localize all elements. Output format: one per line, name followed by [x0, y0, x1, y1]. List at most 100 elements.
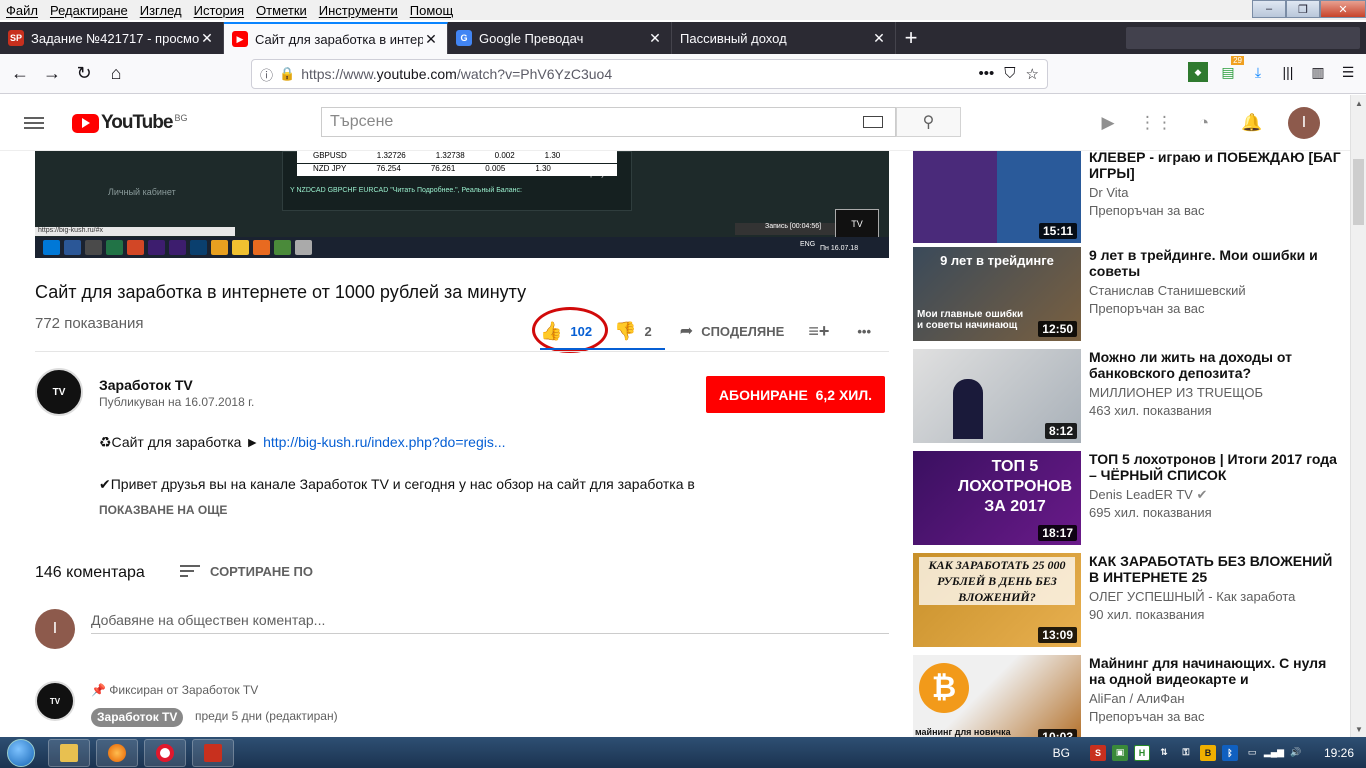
recommendation-channel[interactable]: Denis LeadER TV ✔: [1089, 487, 1207, 503]
close-tab-icon[interactable]: ✕: [647, 30, 663, 47]
clock[interactable]: 19:26: [1324, 746, 1354, 760]
menu-help[interactable]: Помощ: [404, 3, 459, 18]
like-button[interactable]: 👍 102: [532, 306, 608, 353]
comment-author[interactable]: Заработок TV: [91, 708, 184, 727]
tab-task[interactable]: SP Задание №421717 - просмотр ✕: [0, 22, 224, 54]
recommendation-channel[interactable]: AliFan / АлиФан: [1089, 691, 1185, 706]
guide-menu-icon[interactable]: [24, 114, 44, 132]
minimize-button[interactable]: ‒: [1252, 0, 1286, 18]
recommendation-card[interactable]: ТОП 5 ЛОХОТРОНОВ ЗА 2017 18:17 ТОП 5 лох…: [913, 451, 1350, 545]
tab-youtube[interactable]: ▶ Сайт для заработка в интернете ✕: [224, 22, 448, 54]
account-avatar[interactable]: I: [1288, 107, 1320, 139]
dislike-button[interactable]: 👎 2: [614, 321, 652, 342]
explorer-taskbar-button[interactable]: [48, 738, 90, 767]
sort-comments-button[interactable]: СОРТИРАНЕ ПО: [180, 562, 313, 580]
video-thumbnail[interactable]: ТОП 5 ЛОХОТРОНОВ ЗА 2017 18:17: [913, 451, 1081, 545]
sidebar-toggle-icon[interactable]: ▥: [1308, 62, 1328, 82]
extension-icon[interactable]: ◆: [1188, 62, 1208, 82]
recommendation-title[interactable]: ТОП 5 лохотронов | Итоги 2017 года – ЧЁР…: [1089, 451, 1344, 483]
video-thumbnail[interactable]: 8:12: [913, 349, 1081, 443]
page-actions-icon[interactable]: •••: [979, 65, 995, 83]
subscribe-button[interactable]: АБОНИРАНЕ 6,2 ХИЛ.: [706, 376, 885, 413]
scroll-down-icon[interactable]: ▼: [1351, 721, 1366, 737]
tab-passive-income[interactable]: Пассивный доход ✕: [672, 22, 896, 54]
close-tab-icon[interactable]: ✕: [199, 30, 215, 47]
bookmark-star-icon[interactable]: ☆: [1026, 65, 1039, 83]
comment-input[interactable]: Добавяне на обществен коментар...: [91, 612, 889, 634]
close-tab-icon[interactable]: ✕: [423, 31, 439, 48]
more-actions-icon[interactable]: •••: [857, 324, 871, 339]
tray-h-icon[interactable]: H: [1133, 744, 1150, 761]
description-link[interactable]: http://big-kush.ru/index.php?do=regis...: [263, 434, 505, 450]
video-thumbnail[interactable]: 15:11: [913, 151, 1081, 243]
tray-sp-icon[interactable]: S: [1089, 744, 1106, 761]
youtube-logo[interactable]: YouTube BG: [72, 112, 187, 134]
url-bar[interactable]: ⓘ 🔒 https://www.youtube.com/watch?v=PhV6…: [251, 59, 1048, 89]
recommendation-channel[interactable]: Станислав Станишевский: [1089, 283, 1246, 298]
forward-arrow-icon[interactable]: →: [36, 58, 68, 90]
close-tab-icon[interactable]: ✕: [871, 30, 887, 47]
recommendation-channel[interactable]: МИЛЛИОНЕР ИЗ TRUEЩОБ: [1089, 385, 1263, 400]
recommendation-channel[interactable]: Dr Vita: [1089, 185, 1129, 200]
back-arrow-icon[interactable]: ←: [4, 58, 36, 90]
recommendation-title[interactable]: Можно ли жить на доходы от банковского д…: [1089, 349, 1344, 381]
video-thumbnail[interactable]: 9 лет в трейдинге Мои главные ошибки и с…: [913, 247, 1081, 341]
pocket-icon[interactable]: ⛉: [1004, 65, 1015, 83]
recommendation-card[interactable]: ₿ майнинг для новичка 10:03 Майнинг для …: [913, 655, 1350, 737]
sp-taskbar-button[interactable]: [192, 738, 234, 767]
menu-edit[interactable]: Редактиране: [44, 3, 134, 18]
recommendation-title[interactable]: Майнинг для начинающих. С нуля на одной …: [1089, 655, 1344, 687]
tray-network-tool-icon[interactable]: ⇅: [1156, 745, 1172, 761]
menu-history[interactable]: История: [188, 3, 250, 18]
volume-icon[interactable]: 🔊: [1288, 745, 1304, 761]
maximize-button[interactable]: ❐: [1286, 0, 1320, 18]
tray-app-icon[interactable]: ▣: [1111, 744, 1128, 761]
upload-video-icon[interactable]: ▶: [1096, 111, 1120, 135]
firefox-taskbar-button[interactable]: [96, 738, 138, 767]
messages-icon[interactable]: ◔: [1192, 111, 1216, 135]
search-input[interactable]: [330, 113, 863, 131]
info-icon[interactable]: ⓘ: [260, 65, 273, 84]
url-text[interactable]: https://www.youtube.com/watch?v=PhV6YzC3…: [301, 66, 978, 82]
recommendation-title[interactable]: КАК ЗАРАБОТАТЬ БЕЗ ВЛОЖЕНИЙ В ИНТЕРНЕТЕ …: [1089, 553, 1344, 585]
recommendation-card[interactable]: 15:11 КЛЕВЕР - играю и ПОБЕЖДАЮ [БАГ ИГР…: [913, 151, 1350, 243]
tray-b-icon[interactable]: B: [1199, 744, 1216, 761]
tray-key-icon[interactable]: ⚿: [1178, 745, 1194, 761]
recommendation-channel[interactable]: ОЛЕГ УСПЕШНЫЙ - Как заработа: [1089, 589, 1295, 604]
library-icon[interactable]: |||: [1278, 62, 1298, 82]
menu-file[interactable]: Файл: [0, 3, 44, 18]
recommendation-title[interactable]: КЛЕВЕР - играю и ПОБЕЖДАЮ [БАГ ИГРЫ]: [1089, 151, 1344, 181]
language-indicator[interactable]: BG: [1053, 746, 1070, 760]
hamburger-menu-icon[interactable]: ☰: [1338, 62, 1358, 82]
channel-name[interactable]: Заработок TV: [99, 377, 193, 393]
signal-bars-icon[interactable]: ▂▄▆: [1264, 745, 1284, 761]
search-button[interactable]: ⚲: [896, 107, 961, 137]
menu-view[interactable]: Изглед: [134, 3, 188, 18]
keyboard-icon[interactable]: [863, 116, 883, 128]
video-thumbnail[interactable]: КАК ЗАРАБОТАТЬ 25 000 РУБЛЕЙ В ДЕНЬ БЕЗ …: [913, 553, 1081, 647]
scroll-up-icon[interactable]: ▲: [1351, 95, 1366, 111]
menu-tools[interactable]: Инструменти: [313, 3, 404, 18]
recommendation-card[interactable]: 8:12 Можно ли жить на доходы от банковск…: [913, 349, 1350, 443]
recommendation-card[interactable]: КАК ЗАРАБОТАТЬ 25 000 РУБЛЕЙ В ДЕНЬ БЕЗ …: [913, 553, 1350, 647]
extension-badge-icon[interactable]: ▤ 29: [1218, 56, 1244, 82]
recommendation-title[interactable]: 9 лет в трейдинге. Мои ошибки и советы: [1089, 247, 1344, 279]
scrollbar-thumb[interactable]: [1353, 159, 1364, 225]
tab-search-field[interactable]: [1126, 27, 1360, 49]
close-window-button[interactable]: ✕: [1320, 0, 1366, 18]
page-scrollbar[interactable]: ▲ ▼: [1350, 95, 1366, 737]
start-button[interactable]: [0, 737, 42, 768]
share-button[interactable]: ➦ СПОДЕЛЯНЕ: [680, 321, 785, 341]
video-player[interactable]: GBPUSD 1.32726 1.32738 0.002 1.30 NZD JPY 76.…: [35, 151, 889, 258]
show-more-button[interactable]: ПОКАЗВАНЕ НА ОЩЕ: [99, 503, 227, 517]
bluetooth-icon[interactable]: ᛒ: [1221, 744, 1238, 761]
reload-icon[interactable]: ↻: [68, 58, 100, 90]
tab-google-translate[interactable]: G Google Преводач ✕: [448, 22, 672, 54]
download-icon[interactable]: ⤓: [1248, 62, 1268, 82]
menu-bookmarks[interactable]: Отметки: [250, 3, 313, 18]
home-icon[interactable]: ⌂: [100, 58, 132, 90]
new-tab-icon[interactable]: +: [896, 22, 926, 54]
recommendation-card[interactable]: 9 лет в трейдинге Мои главные ошибки и с…: [913, 247, 1350, 341]
notifications-bell-icon[interactable]: 🔔: [1240, 111, 1264, 135]
apps-grid-icon[interactable]: ⋮⋮: [1139, 111, 1173, 135]
